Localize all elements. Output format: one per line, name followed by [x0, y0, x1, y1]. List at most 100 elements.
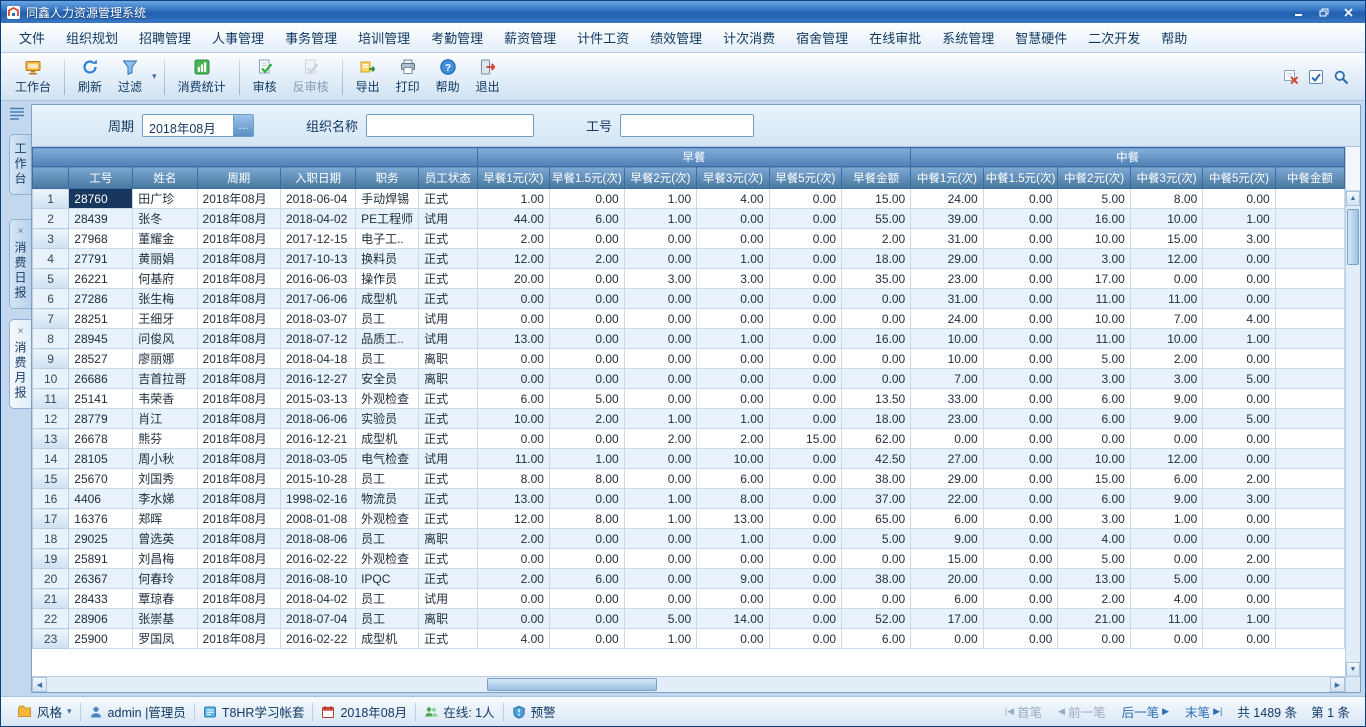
- cell-value[interactable]: 0.00: [983, 289, 1058, 309]
- current-user[interactable]: admin |管理员: [81, 702, 194, 721]
- cell-value[interactable]: 0.00: [549, 629, 624, 649]
- cell-job[interactable]: 外观检查: [356, 389, 419, 409]
- cell-value[interactable]: 6.00: [1058, 389, 1130, 409]
- cell-name[interactable]: 董耀金: [133, 229, 197, 249]
- cell-period[interactable]: 2018年08月: [197, 409, 280, 429]
- column-header[interactable]: 工号: [69, 167, 133, 189]
- cell-value[interactable]: 0.00: [477, 349, 549, 369]
- cell-value[interactable]: 15.00: [769, 429, 841, 449]
- cell-value[interactable]: [1275, 289, 1344, 309]
- cell-value[interactable]: 0.00: [549, 309, 624, 329]
- current-period[interactable]: 2018年08月: [313, 702, 415, 721]
- cell-hire-date[interactable]: 2018-03-05: [280, 449, 355, 469]
- cell-value[interactable]: 0.00: [769, 409, 841, 429]
- cell-value[interactable]: 4.00: [1058, 529, 1130, 549]
- cell-status[interactable]: 正式: [419, 489, 477, 509]
- cell-status[interactable]: 正式: [419, 509, 477, 529]
- cell-value[interactable]: 0.00: [983, 189, 1058, 209]
- cell-empno[interactable]: 25891: [69, 549, 133, 569]
- cell-value[interactable]: 0.00: [477, 549, 549, 569]
- cell-value[interactable]: 6.00: [477, 389, 549, 409]
- cell-value[interactable]: 2.00: [697, 429, 769, 449]
- cell-value[interactable]: 0.00: [549, 489, 624, 509]
- cell-value[interactable]: 13.00: [477, 329, 549, 349]
- cell-period[interactable]: 2018年08月: [197, 229, 280, 249]
- cell-name[interactable]: 张生梅: [133, 289, 197, 309]
- cell-value[interactable]: 0.00: [1203, 189, 1275, 209]
- cell-value[interactable]: 5.00: [1203, 369, 1275, 389]
- cell-value[interactable]: 2.00: [549, 409, 624, 429]
- cell-value[interactable]: 0.00: [769, 529, 841, 549]
- cell-value[interactable]: 5.00: [1058, 349, 1130, 369]
- cell-hire-date[interactable]: 2016-02-22: [280, 549, 355, 569]
- cell-value[interactable]: 0.00: [983, 549, 1058, 569]
- cell-value[interactable]: 0.00: [1130, 429, 1202, 449]
- cell-job[interactable]: 成型机: [356, 429, 419, 449]
- side-tab-2[interactable]: ×消费月报: [9, 319, 31, 409]
- row-number[interactable]: 14: [33, 449, 69, 469]
- row-number[interactable]: 15: [33, 469, 69, 489]
- cell-value[interactable]: 0.00: [1058, 429, 1130, 449]
- menu-item-10[interactable]: 计次消费: [713, 23, 785, 52]
- period-combo[interactable]: 2018年08月 …: [142, 114, 254, 137]
- cell-job[interactable]: 员工: [356, 529, 419, 549]
- cell-value[interactable]: 7.00: [911, 369, 983, 389]
- cell-value[interactable]: 15.00: [1130, 229, 1202, 249]
- cell-value[interactable]: 2.00: [477, 229, 549, 249]
- cell-empno[interactable]: 25670: [69, 469, 133, 489]
- cell-value[interactable]: 0.00: [1203, 289, 1275, 309]
- cell-name[interactable]: 李水娣: [133, 489, 197, 509]
- cell-value[interactable]: 3.00: [1058, 249, 1130, 269]
- cell-period[interactable]: 2018年08月: [197, 589, 280, 609]
- cell-value[interactable]: 0.00: [624, 589, 696, 609]
- cell-value[interactable]: 8.00: [549, 509, 624, 529]
- cell-value[interactable]: 27.00: [911, 449, 983, 469]
- cell-job[interactable]: 员工: [356, 309, 419, 329]
- period-picker-button[interactable]: …: [233, 115, 253, 136]
- cell-value[interactable]: 21.00: [1058, 609, 1130, 629]
- cell-value[interactable]: 0.00: [769, 569, 841, 589]
- cell-value[interactable]: 5.00: [1203, 409, 1275, 429]
- cell-period[interactable]: 2018年08月: [197, 249, 280, 269]
- cell-value[interactable]: 1.00: [549, 449, 624, 469]
- cell-name[interactable]: 肖江: [133, 409, 197, 429]
- style-selector[interactable]: 风格▾: [9, 702, 80, 721]
- row-number[interactable]: 20: [33, 569, 69, 589]
- row-number[interactable]: 7: [33, 309, 69, 329]
- column-header[interactable]: 中餐2元(次): [1058, 167, 1130, 189]
- tab-close-icon[interactable]: ×: [18, 227, 24, 237]
- cell-value[interactable]: [1275, 429, 1344, 449]
- cell-value[interactable]: 42.50: [842, 449, 911, 469]
- menu-item-7[interactable]: 薪资管理: [494, 23, 566, 52]
- cell-value[interactable]: 0.00: [983, 389, 1058, 409]
- cell-value[interactable]: 2.00: [624, 429, 696, 449]
- cell-value[interactable]: 5.00: [1058, 189, 1130, 209]
- menu-item-2[interactable]: 招聘管理: [129, 23, 201, 52]
- cell-value[interactable]: 9.00: [1130, 409, 1202, 429]
- cell-value[interactable]: 0.00: [769, 289, 841, 309]
- cell-name[interactable]: 黄丽娟: [133, 249, 197, 269]
- cell-value[interactable]: [1275, 509, 1344, 529]
- cell-value[interactable]: 0.00: [549, 349, 624, 369]
- cell-status[interactable]: 试用: [419, 329, 477, 349]
- cell-value[interactable]: 0.00: [1130, 549, 1202, 569]
- cell-value[interactable]: 0.00: [1058, 629, 1130, 649]
- cell-value[interactable]: 0.00: [983, 329, 1058, 349]
- cell-hire-date[interactable]: 2016-12-27: [280, 369, 355, 389]
- row-number[interactable]: 16: [33, 489, 69, 509]
- cell-period[interactable]: 2018年08月: [197, 489, 280, 509]
- cell-value[interactable]: 23.00: [911, 409, 983, 429]
- cell-value[interactable]: 11.00: [1058, 289, 1130, 309]
- cell-hire-date[interactable]: 2018-07-12: [280, 329, 355, 349]
- column-header[interactable]: 早餐金额: [842, 167, 911, 189]
- horizontal-scroll-thumb[interactable]: [487, 678, 657, 691]
- cell-value[interactable]: 1.00: [1203, 329, 1275, 349]
- cell-hire-date[interactable]: 2018-07-04: [280, 609, 355, 629]
- cell-empno[interactable]: 27791: [69, 249, 133, 269]
- menu-item-12[interactable]: 在线审批: [859, 23, 931, 52]
- cell-value[interactable]: 0.00: [1203, 449, 1275, 469]
- cell-value[interactable]: 6.00: [1130, 469, 1202, 489]
- cell-value[interactable]: 17.00: [1058, 269, 1130, 289]
- cell-value[interactable]: 15.00: [911, 549, 983, 569]
- scroll-down-arrow-icon[interactable]: ▼: [1346, 662, 1360, 677]
